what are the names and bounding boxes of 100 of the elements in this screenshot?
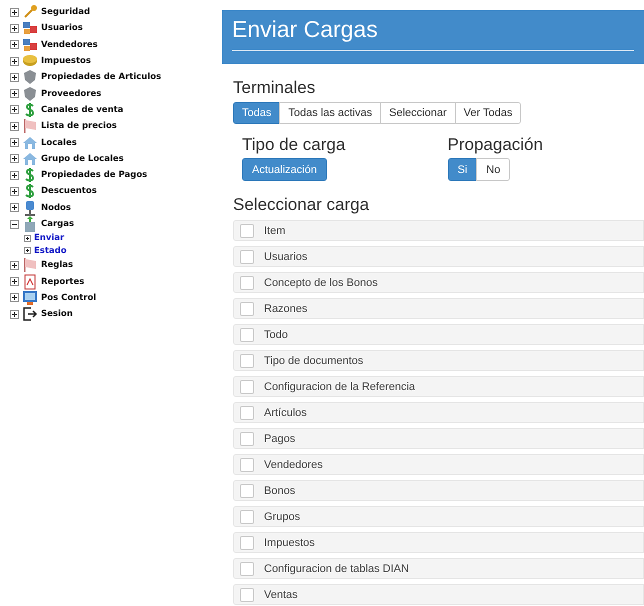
collapse-icon[interactable]: [10, 220, 19, 228]
expand-icon[interactable]: [10, 105, 19, 114]
menu-item[interactable]: Locales: [41, 138, 77, 148]
checkbox-label: Bonos: [264, 484, 296, 496]
menu-item[interactable]: Reportes: [41, 276, 84, 287]
expand-icon[interactable]: [10, 56, 19, 66]
checkbox-label: Concepto de los Bonos: [264, 276, 378, 288]
checkbox-label: Pagos: [264, 432, 296, 444]
segment-button[interactable]: Ver Todas: [454, 102, 522, 124]
checkbox-label: Usuarios: [264, 250, 308, 262]
expand-icon[interactable]: [10, 170, 19, 180]
menu-item[interactable]: Impuestos: [41, 56, 91, 66]
menu-item[interactable]: Descuentos: [41, 186, 97, 196]
list-row[interactable]: Artículos: [233, 402, 644, 423]
checkbox[interactable]: [240, 224, 254, 238]
house-icon: [22, 134, 38, 151]
submenu-link[interactable]: Enviar: [34, 233, 64, 244]
section-heading: Terminales: [233, 78, 316, 98]
menu-item[interactable]: Canales de venta: [41, 104, 124, 115]
list-row[interactable]: Usuarios: [233, 246, 644, 267]
checkbox[interactable]: [240, 484, 254, 498]
checkbox[interactable]: [240, 510, 254, 524]
checkbox[interactable]: [240, 458, 254, 472]
list-row[interactable]: Concepto de los Bonos: [233, 272, 644, 293]
expand-icon[interactable]: [10, 138, 19, 148]
menu-item[interactable]: Grupo de Locales: [41, 154, 124, 164]
menu-item[interactable]: Vendedores: [41, 40, 98, 50]
menu-item[interactable]: Seguridad: [41, 7, 90, 18]
checkbox-label: Impuestos: [264, 536, 315, 548]
toggle-button[interactable]: Actualización: [242, 158, 327, 181]
segment-button[interactable]: Todas las activas: [279, 102, 382, 124]
list-row[interactable]: Configuracion de la Referencia: [233, 376, 644, 397]
list-row[interactable]: Todo: [233, 324, 644, 345]
checkbox-label: Item: [264, 224, 286, 236]
list-row[interactable]: Pagos: [233, 428, 644, 449]
menu-item[interactable]: Proveedores: [41, 88, 102, 99]
expand-icon[interactable]: [10, 260, 19, 270]
expand-icon[interactable]: [10, 154, 19, 164]
checkbox-label: Configuracion de tablas DIAN: [264, 562, 409, 574]
checkbox[interactable]: [240, 250, 254, 264]
users-icon: [22, 36, 38, 53]
flag-icon: [22, 118, 38, 134]
flag-icon: [22, 257, 38, 274]
checkbox[interactable]: [240, 432, 254, 446]
menu-item[interactable]: Nodos: [41, 202, 71, 213]
list-row[interactable]: Vendedores: [233, 454, 644, 475]
page-title: Enviar Cargas: [232, 16, 634, 51]
expand-icon[interactable]: [10, 203, 19, 212]
list-row[interactable]: Tipo de documentos: [233, 350, 644, 371]
expand-icon[interactable]: [10, 122, 19, 131]
checkbox-label: Ventas: [264, 588, 298, 600]
checkbox-label: Vendedores: [264, 458, 323, 470]
list-row[interactable]: Item: [233, 220, 644, 241]
list-row[interactable]: Razones: [233, 298, 644, 319]
list-row[interactable]: Impuestos: [233, 532, 644, 553]
expand-icon[interactable]: [10, 186, 19, 196]
checkbox-label: Todo: [264, 328, 288, 340]
checkbox[interactable]: [240, 276, 254, 290]
menu-item[interactable]: Usuarios: [41, 23, 83, 34]
expand-icon[interactable]: [10, 277, 19, 286]
checkbox[interactable]: [240, 354, 254, 368]
segment-button[interactable]: Si: [448, 158, 478, 181]
menu-item[interactable]: Reglas: [41, 260, 74, 270]
checkbox[interactable]: [240, 562, 254, 576]
segment-button[interactable]: Seleccionar: [380, 102, 456, 124]
expand-icon[interactable]: [10, 24, 19, 33]
checkbox-label: Razones: [264, 302, 308, 314]
section-heading: Seleccionar carga: [233, 195, 370, 215]
list-row[interactable]: Ventas: [233, 584, 644, 605]
list-row[interactable]: Grupos: [233, 506, 644, 527]
checkbox[interactable]: [240, 588, 254, 602]
checkbox-label: Tipo de documentos: [264, 354, 364, 366]
checkbox[interactable]: [240, 302, 254, 316]
expand-icon[interactable]: [10, 310, 19, 319]
list-row[interactable]: Bonos: [233, 480, 644, 501]
checkbox[interactable]: [240, 380, 254, 394]
menu-item[interactable]: Lista de precios: [41, 121, 117, 132]
checkbox-label: Artículos: [264, 406, 307, 418]
monitor-icon: [22, 290, 38, 306]
exit-icon: [22, 306, 38, 322]
checkbox[interactable]: [240, 328, 254, 342]
expand-icon: [24, 234, 31, 242]
checkbox[interactable]: [240, 536, 254, 550]
expand-icon[interactable]: [10, 8, 19, 17]
expand-icon[interactable]: [10, 293, 19, 302]
submenu-link[interactable]: Estado: [34, 246, 67, 256]
menu-item[interactable]: Propiedades de Pagos: [41, 170, 148, 180]
checkbox-label: Configuracion de la Referencia: [264, 380, 416, 392]
menu-item[interactable]: Propiedades de Articulos: [41, 72, 162, 82]
menu-item[interactable]: Pos Control: [41, 292, 96, 303]
segment-button[interactable]: No: [476, 158, 510, 181]
segment-button[interactable]: Todas: [233, 102, 280, 124]
expand-icon[interactable]: [10, 72, 19, 82]
node-icon: [22, 200, 38, 216]
menu-item[interactable]: Cargas: [41, 219, 74, 229]
list-row[interactable]: Configuracion de tablas DIAN: [233, 558, 644, 579]
expand-icon[interactable]: [10, 40, 19, 50]
menu-item[interactable]: Sesion: [41, 309, 73, 320]
checkbox[interactable]: [240, 406, 254, 420]
expand-icon[interactable]: [10, 89, 19, 98]
